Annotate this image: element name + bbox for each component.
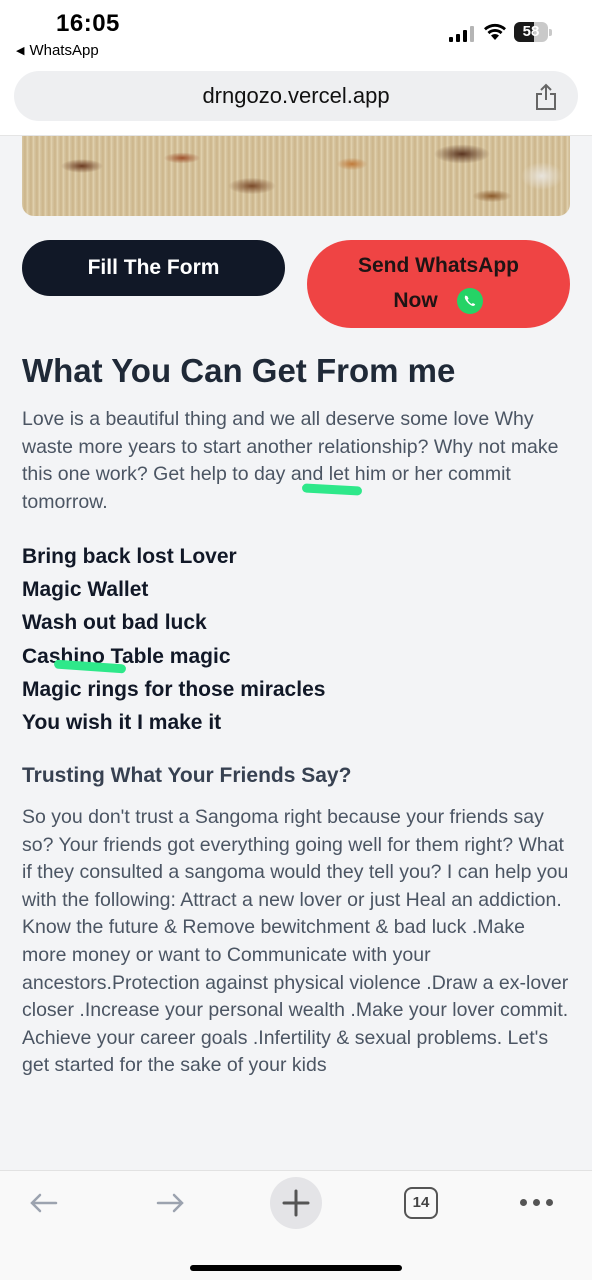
new-tab-button[interactable] bbox=[270, 1177, 322, 1229]
url-text: drngozo.vercel.app bbox=[202, 83, 390, 108]
send-whatsapp-label: Send WhatsApp bbox=[358, 254, 519, 277]
service-item: You wish it I make it bbox=[22, 711, 222, 735]
back-triangle-icon: ◀ bbox=[16, 45, 25, 57]
fill-form-button[interactable]: Fill The Form bbox=[22, 240, 285, 296]
back-app-label: WhatsApp bbox=[29, 42, 99, 59]
page-content: Fill The Form Send WhatsApp Now What You… bbox=[0, 136, 592, 1166]
whatsapp-icon bbox=[456, 288, 483, 314]
browser-address-area: drngozo.vercel.app bbox=[0, 64, 592, 136]
services-list: Bring back lost Lover Magic Wallet Wash … bbox=[22, 540, 325, 739]
battery-percent: 58 bbox=[522, 23, 540, 40]
intro-paragraph: Love is a beautiful thing and we all des… bbox=[22, 408, 559, 513]
status-bar: 16:05 ◀ WhatsApp 58 bbox=[0, 0, 592, 64]
browser-toolbar: 14 bbox=[0, 1170, 592, 1280]
back-to-app-link[interactable]: ◀ WhatsApp bbox=[16, 42, 99, 59]
service-item: Bring back lost Lover bbox=[22, 545, 237, 568]
hero-image bbox=[22, 136, 570, 216]
section-title: What You Can Get From me bbox=[22, 352, 456, 389]
cellular-signal-icon bbox=[449, 26, 474, 42]
send-whatsapp-label-now: Now bbox=[393, 289, 438, 312]
battery-icon: 58 bbox=[514, 22, 552, 42]
share-icon[interactable] bbox=[534, 83, 558, 111]
body-paragraph: So you don't trust a Sangoma right becau… bbox=[22, 806, 569, 1077]
forward-arrow-icon[interactable] bbox=[152, 1185, 188, 1221]
plus-icon bbox=[282, 1189, 310, 1217]
address-bar[interactable]: drngozo.vercel.app bbox=[14, 71, 578, 121]
subsection-title: Trusting What Your Friends Say? bbox=[22, 764, 352, 787]
clock: 16:05 bbox=[56, 10, 120, 37]
service-item: Wash out bad luck bbox=[22, 611, 207, 635]
send-whatsapp-button[interactable]: Send WhatsApp Now bbox=[307, 240, 570, 328]
back-arrow-icon[interactable] bbox=[26, 1185, 62, 1221]
service-item: Magic Wallet bbox=[22, 578, 149, 602]
home-indicator bbox=[190, 1265, 402, 1271]
service-item: Magic rings for those miracles bbox=[22, 677, 326, 701]
more-menu-icon[interactable] bbox=[520, 1199, 553, 1206]
tabs-button[interactable]: 14 bbox=[404, 1187, 438, 1219]
wifi-icon bbox=[484, 23, 506, 40]
